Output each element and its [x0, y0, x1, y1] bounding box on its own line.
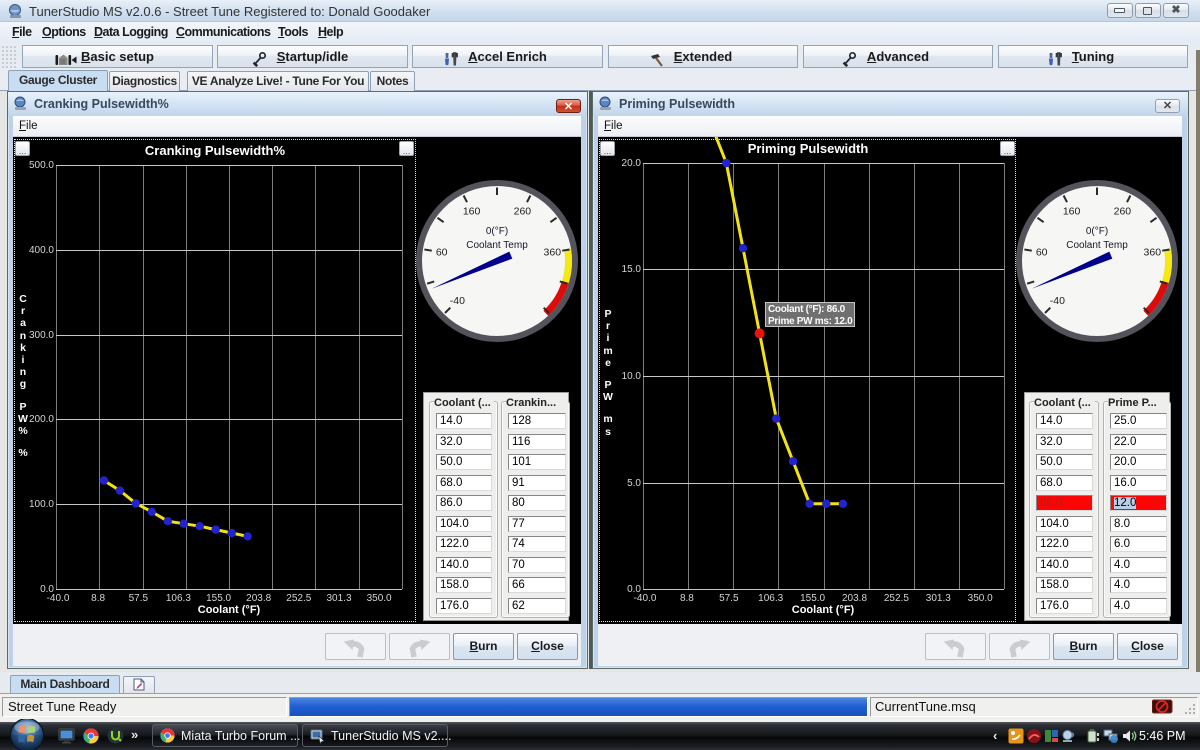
svg-text:301.3: 301.3: [926, 593, 951, 604]
svg-text:Cranking Pulsewidth%: Cranking Pulsewidth%: [145, 143, 286, 158]
svg-text:0(°F): 0(°F): [1086, 226, 1108, 237]
svg-text:400.0: 400.0: [29, 245, 54, 256]
svg-text:350.0: 350.0: [367, 593, 392, 604]
svg-text:100.0: 100.0: [29, 499, 54, 510]
svg-text:500.0: 500.0: [29, 160, 54, 171]
svg-text:300.0: 300.0: [29, 330, 54, 341]
svg-text:10.0: 10.0: [622, 371, 642, 382]
svg-text:-40: -40: [1050, 295, 1065, 307]
svg-text:252.5: 252.5: [286, 593, 311, 604]
svg-text:-40.0: -40.0: [47, 593, 70, 604]
svg-text:252.5: 252.5: [884, 593, 909, 604]
svg-text:203.8: 203.8: [246, 593, 271, 604]
svg-text:155.0: 155.0: [800, 593, 825, 604]
svg-text:15.0: 15.0: [622, 264, 642, 275]
svg-text:106.3: 106.3: [758, 593, 783, 604]
svg-text:301.3: 301.3: [326, 593, 351, 604]
svg-text:160: 160: [1063, 206, 1081, 218]
svg-text:155.0: 155.0: [206, 593, 231, 604]
svg-text:203.8: 203.8: [842, 593, 867, 604]
svg-text:106.3: 106.3: [166, 593, 191, 604]
svg-text:-40: -40: [450, 295, 465, 307]
svg-text:350.0: 350.0: [968, 593, 993, 604]
svg-text:360: 360: [544, 247, 562, 259]
svg-text:8.8: 8.8: [91, 593, 105, 604]
svg-text:8.8: 8.8: [680, 593, 694, 604]
svg-text:57.5: 57.5: [129, 593, 149, 604]
svg-text:Coolant Temp: Coolant Temp: [466, 240, 528, 251]
svg-text:0(°F): 0(°F): [486, 226, 508, 237]
svg-text:60: 60: [1036, 247, 1048, 259]
svg-text:360: 360: [1144, 247, 1162, 259]
svg-text:260: 260: [1114, 206, 1132, 218]
svg-text:20.0: 20.0: [622, 158, 642, 169]
svg-text:Coolant Temp: Coolant Temp: [1066, 240, 1128, 251]
svg-text:60: 60: [436, 247, 448, 259]
svg-text:-40.0: -40.0: [634, 593, 657, 604]
svg-text:260: 260: [514, 206, 532, 218]
svg-text:200.0: 200.0: [29, 414, 54, 425]
svg-text:Priming Pulsewidth: Priming Pulsewidth: [748, 141, 869, 156]
svg-text:160: 160: [463, 206, 481, 218]
svg-text:57.5: 57.5: [719, 593, 739, 604]
svg-text:5.0: 5.0: [627, 478, 641, 489]
